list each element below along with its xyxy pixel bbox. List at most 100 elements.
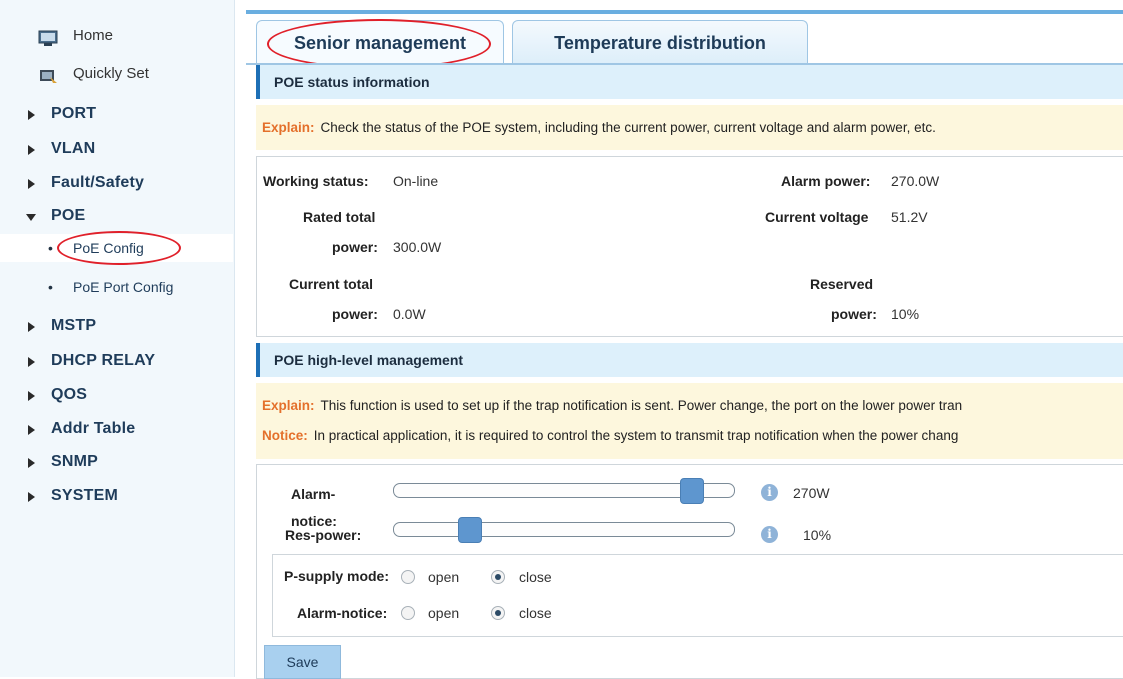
- reserved-power-value: 10%: [891, 306, 920, 322]
- alarm-open-label[interactable]: open: [428, 605, 459, 621]
- explain-line: Explain: Check the status of the POE syst…: [262, 120, 936, 135]
- rated-total-label: Rated total: [303, 209, 376, 225]
- sidebar-item-dhcp-relay[interactable]: DHCP RELAY: [0, 347, 233, 375]
- expand-arrow-icon: [28, 458, 35, 468]
- sidebar-item-label: Addr Table: [51, 420, 136, 437]
- psupply-open-label[interactable]: open: [428, 569, 459, 585]
- psupply-mode-label: P-supply mode:: [284, 568, 390, 584]
- explain-text: This function is used to set up if the t…: [320, 398, 963, 413]
- main-content: POE status information Explain: Check the…: [246, 65, 1123, 679]
- psupply-close-radio[interactable]: [491, 570, 505, 584]
- expand-arrow-icon: [28, 145, 35, 155]
- sidebar-item-fault-safety[interactable]: Fault/Safety: [0, 169, 233, 197]
- reserved-power-label-2: power:: [831, 306, 877, 322]
- sidebar-item-label: VLAN: [51, 140, 96, 157]
- res-power-slider-label: Res-power:: [285, 527, 362, 543]
- explain-box-mgmt: Explain: This function is used to set up …: [256, 383, 1123, 459]
- save-button[interactable]: Save: [264, 645, 341, 679]
- expand-arrow-icon: [28, 110, 35, 120]
- alarm-power-value: 270.0W: [891, 173, 940, 189]
- notice-key: Notice:: [262, 428, 308, 443]
- notice-text: In practical application, it is required…: [313, 428, 959, 443]
- bullet-icon: •: [48, 279, 53, 295]
- sidebar-item-label: POE: [51, 207, 86, 224]
- explain-line: Explain: This function is used to set up …: [262, 398, 962, 413]
- section-header-poe-high-level: POE high-level management: [256, 343, 1123, 377]
- current-total-label-2: power:: [332, 306, 378, 322]
- explain-box-status: Explain: Check the status of the POE syst…: [256, 105, 1123, 150]
- sidebar-item-poe-port-config[interactable]: • PoE Port Config: [0, 273, 233, 301]
- current-total-value: 0.0W: [393, 306, 426, 322]
- working-status-label: Working status:: [263, 173, 369, 189]
- info-icon: i: [761, 484, 778, 501]
- tab-senior-management[interactable]: Senior management: [256, 20, 504, 65]
- sidebar-item-label: PORT: [51, 105, 97, 122]
- sidebar-item-label: Home: [73, 27, 114, 44]
- sidebar-item-poe-config[interactable]: • PoE Config: [0, 234, 233, 262]
- collapse-arrow-icon: [26, 214, 36, 221]
- sidebar-item-label: PoE Config: [73, 240, 144, 256]
- tab-label: Temperature distribution: [554, 33, 766, 53]
- sidebar-item-label: QOS: [51, 386, 88, 403]
- explain-text: Check the status of the POE system, incl…: [320, 120, 936, 135]
- res-power-slider[interactable]: [393, 517, 735, 543]
- sidebar-item-label: PoE Port Config: [73, 279, 174, 295]
- mgmt-panel: Alarm- notice: i 270W Res-power: i 10% P…: [256, 464, 1123, 679]
- rated-total-value: 300.0W: [393, 239, 442, 255]
- alarm-notice-slider-handle[interactable]: [680, 478, 704, 504]
- sidebar-item-port[interactable]: PORT: [0, 100, 233, 128]
- sidebar-item-label: Fault/Safety: [51, 174, 145, 191]
- section-header-poe-status: POE status information: [256, 65, 1123, 99]
- alarm-close-label[interactable]: close: [519, 605, 552, 621]
- res-power-slider-handle[interactable]: [458, 517, 482, 543]
- sidebar-item-label: SNMP: [51, 453, 99, 470]
- status-info-panel: Working status: On-line Rated total powe…: [256, 156, 1123, 337]
- sidebar-item-home[interactable]: Home: [0, 22, 233, 50]
- alarm-notice-slider-label-2: notice:: [291, 513, 337, 529]
- expand-arrow-icon: [28, 391, 35, 401]
- sidebar-item-system[interactable]: SYSTEM: [0, 482, 233, 510]
- sidebar-item-label: DHCP RELAY: [51, 352, 156, 369]
- current-total-label: Current total: [289, 276, 373, 292]
- alarm-notice-mode-label: Alarm-notice:: [297, 605, 388, 621]
- sidebar: Home Quickly Set PORT VLAN Fault/Safety …: [0, 0, 235, 677]
- tab-label: Senior management: [293, 33, 467, 53]
- res-power-value: 10%: [803, 527, 832, 543]
- home-icon: [38, 28, 58, 46]
- expand-arrow-icon: [28, 322, 35, 332]
- sidebar-item-label: Quickly Set: [73, 65, 149, 82]
- alarm-close-radio[interactable]: [491, 606, 505, 620]
- sidebar-item-label: SYSTEM: [51, 487, 118, 504]
- top-accent-bar: [246, 10, 1123, 14]
- reserved-power-label: Reserved: [810, 276, 874, 292]
- sidebar-item-quickly-set[interactable]: Quickly Set: [0, 60, 233, 88]
- sidebar-item-poe[interactable]: POE: [0, 202, 233, 230]
- psupply-open-radio[interactable]: [401, 570, 415, 584]
- explain-key: Explain:: [262, 120, 315, 135]
- psupply-close-label[interactable]: close: [519, 569, 552, 585]
- sidebar-item-snmp[interactable]: SNMP: [0, 448, 233, 476]
- quickly-set-icon: [38, 66, 58, 83]
- explain-key: Explain:: [262, 398, 315, 413]
- notice-line: Notice: In practical application, it is r…: [262, 428, 958, 443]
- alarm-open-radio[interactable]: [401, 606, 415, 620]
- alarm-notice-slider[interactable]: [393, 478, 735, 504]
- expand-arrow-icon: [28, 357, 35, 367]
- alarm-power-label: Alarm power:: [781, 173, 871, 189]
- current-voltage-label: Current voltage: [765, 209, 869, 225]
- sidebar-item-qos[interactable]: QOS: [0, 381, 233, 409]
- sidebar-item-addr-table[interactable]: Addr Table: [0, 415, 233, 443]
- tab-temperature-distribution[interactable]: Temperature distribution: [512, 20, 808, 65]
- sidebar-item-vlan[interactable]: VLAN: [0, 135, 233, 163]
- alarm-notice-value: 270W: [793, 485, 830, 501]
- bullet-icon: •: [48, 240, 53, 256]
- sidebar-item-mstp[interactable]: MSTP: [0, 312, 233, 340]
- sidebar-item-label: MSTP: [51, 317, 97, 334]
- working-status-value: On-line: [393, 173, 439, 189]
- current-voltage-value: 51.2V: [891, 209, 928, 225]
- mode-settings-group: P-supply mode: open close Alarm-notice: …: [272, 554, 1123, 637]
- alarm-notice-slider-label: Alarm-: [291, 486, 336, 502]
- info-icon: i: [761, 526, 778, 543]
- expand-arrow-icon: [28, 492, 35, 502]
- expand-arrow-icon: [28, 179, 35, 189]
